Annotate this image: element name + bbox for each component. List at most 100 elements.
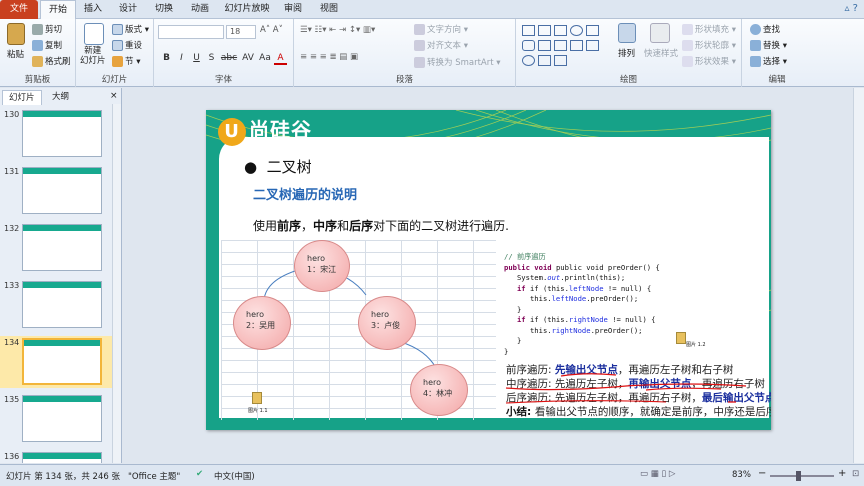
- reset-icon: [112, 40, 123, 51]
- select-button[interactable]: 选择 ▾: [750, 55, 787, 67]
- tab-view[interactable]: 视图: [314, 0, 344, 19]
- shape-textbox-icon[interactable]: [538, 25, 551, 36]
- change-case-button[interactable]: Aa: [258, 52, 272, 65]
- format-painter-button[interactable]: 格式刷: [32, 55, 71, 67]
- layout-icon: [112, 24, 123, 35]
- cut-button[interactable]: 剪切: [32, 23, 62, 35]
- font-name-input[interactable]: [158, 25, 224, 39]
- slide-preview: [22, 167, 102, 214]
- thumbnail-scrollbar[interactable]: [112, 104, 121, 463]
- slide-thumbnail[interactable]: 132: [0, 222, 112, 274]
- shape-rounded-rect-icon[interactable]: [522, 40, 535, 51]
- shape-outline-button[interactable]: 形状轮廓 ▾: [682, 39, 736, 51]
- slide-preview: [22, 395, 102, 442]
- tab-file[interactable]: 文件: [0, 0, 38, 19]
- zoom-slider-track[interactable]: [770, 475, 834, 477]
- align-text-button[interactable]: 对齐文本 ▾: [414, 39, 468, 51]
- language-indicator[interactable]: 中文(中国): [214, 470, 255, 482]
- bold-button[interactable]: B: [160, 52, 173, 65]
- slide-preview: [22, 110, 102, 157]
- shape-arrow-down-icon[interactable]: [586, 40, 599, 51]
- status-bar: 幻灯片 第 134 张，共 246 张 "Office 主题" ✔ 中文(中国)…: [0, 464, 864, 486]
- shape-effects-button[interactable]: 形状效果 ▾: [682, 55, 736, 67]
- shape-arrow-icon[interactable]: [570, 40, 583, 51]
- grow-font-button[interactable]: A˄ A˅: [260, 25, 283, 35]
- italic-button[interactable]: I: [175, 52, 188, 65]
- tab-slideshow[interactable]: 幻灯片放映: [222, 0, 272, 19]
- shape-brace-icon[interactable]: [538, 55, 551, 66]
- cut-label: 剪切: [45, 25, 63, 35]
- strikethrough-button[interactable]: abc: [220, 52, 238, 65]
- tab-slides-pane[interactable]: 幻灯片: [2, 90, 42, 105]
- slide-preview: [22, 281, 102, 328]
- shadow-button[interactable]: S: [205, 52, 218, 65]
- theme-name: "Office 主题": [128, 472, 181, 482]
- select-icon: [750, 56, 761, 67]
- bullets-button[interactable]: ☰▾ ☷▾ ⇤ ⇥ ↕▾ ▥▾: [300, 25, 375, 35]
- help-icon[interactable]: ▵ ?: [844, 3, 858, 14]
- drawing-group-label: 绘图: [619, 75, 637, 85]
- tab-insert[interactable]: 插入: [78, 0, 108, 19]
- tab-design[interactable]: 设计: [112, 0, 144, 19]
- shape-oval-icon[interactable]: [570, 25, 583, 36]
- shape-triangle-icon[interactable]: [538, 40, 551, 51]
- effects-icon: [682, 56, 693, 67]
- quick-styles-button[interactable]: 快速样式: [644, 47, 678, 59]
- char-spacing-button[interactable]: AV: [240, 52, 256, 65]
- font-color-button[interactable]: A: [274, 52, 287, 65]
- ribbon: 粘贴 剪切 复制 格式刷 剪贴板 新建 幻灯片 版式 ▾ 重设 节 ▾ 幻灯片 …: [0, 19, 864, 87]
- shape-fill-button[interactable]: 形状填充 ▾: [682, 23, 736, 35]
- slide-thumbnail[interactable]: 136: [0, 450, 112, 463]
- close-pane-icon[interactable]: ×: [110, 91, 118, 101]
- section-icon: [112, 56, 123, 67]
- shape-square-icon[interactable]: [586, 25, 599, 36]
- arrange-button[interactable]: 排列: [618, 47, 635, 59]
- align-buttons[interactable]: ≡ ≡ ≡ ≣ ▤ ▣: [300, 52, 358, 62]
- slide-thumbnail[interactable]: 135: [0, 393, 112, 445]
- replace-button[interactable]: 替换 ▾: [750, 39, 787, 51]
- zoom-level[interactable]: 83%: [732, 470, 751, 480]
- zoom-out-button[interactable]: −: [758, 468, 766, 479]
- shape-rect-icon[interactable]: [522, 25, 535, 36]
- shape-line-icon[interactable]: [554, 25, 567, 36]
- tab-animations[interactable]: 动画: [184, 0, 216, 19]
- section-button[interactable]: 节 ▾: [112, 55, 140, 67]
- slide-thumbnail[interactable]: 130: [0, 108, 112, 160]
- text-direction-button[interactable]: 文字方向 ▾: [414, 23, 468, 35]
- editor-scrollbar[interactable]: [853, 88, 864, 463]
- paste-button[interactable]: 粘贴: [7, 48, 24, 60]
- find-button[interactable]: 查找: [750, 23, 780, 35]
- slide-number: 133: [4, 281, 20, 290]
- slide-number: 131: [4, 167, 20, 176]
- quick-styles-icon: [650, 23, 670, 43]
- view-buttons[interactable]: ▭ ▦ ▯ ▷: [640, 469, 675, 479]
- zoom-slider-thumb[interactable]: [796, 471, 801, 481]
- ink-annotations: [505, 373, 747, 404]
- reset-button[interactable]: 重设: [112, 39, 142, 51]
- tab-home[interactable]: 开始: [40, 0, 76, 20]
- layout-button[interactable]: 版式 ▾: [112, 23, 149, 35]
- slide-thumbnail[interactable]: 131: [0, 165, 112, 217]
- slide-thumbnail-selected[interactable]: 134: [0, 336, 112, 388]
- tab-transitions[interactable]: 切换: [148, 0, 180, 19]
- find-label: 查找: [763, 25, 781, 35]
- shape-elbow-icon[interactable]: [554, 40, 567, 51]
- slides-group: 新建 幻灯片 版式 ▾ 重设 节 ▾ 幻灯片: [76, 19, 154, 87]
- spell-check-icon[interactable]: ✔: [196, 469, 203, 479]
- smartart-button[interactable]: 转换为 SmartArt ▾: [414, 56, 501, 68]
- underline-button[interactable]: U: [190, 52, 203, 65]
- font-size-input[interactable]: 18: [226, 25, 256, 39]
- fit-window-icon[interactable]: ⊡: [852, 469, 859, 479]
- copy-button[interactable]: 复制: [32, 39, 62, 51]
- shape-fill-label: 形状填充: [695, 25, 730, 35]
- thumbnail-list: 130 131 132 133 134 135 136: [0, 108, 112, 463]
- slide-thumbnail[interactable]: 133: [0, 279, 112, 331]
- font-group-label: 字体: [214, 75, 232, 85]
- tab-outline-pane[interactable]: 大纲: [46, 90, 75, 105]
- tab-review[interactable]: 审阅: [278, 0, 308, 19]
- new-slide-button[interactable]: 新建 幻灯片: [80, 46, 106, 66]
- zoom-in-button[interactable]: +: [838, 468, 846, 479]
- shape-smiley-icon[interactable]: [522, 55, 535, 66]
- shape-star-icon[interactable]: [554, 55, 567, 66]
- editing-group: 查找 替换 ▾ 选择 ▾ 编辑: [742, 19, 812, 87]
